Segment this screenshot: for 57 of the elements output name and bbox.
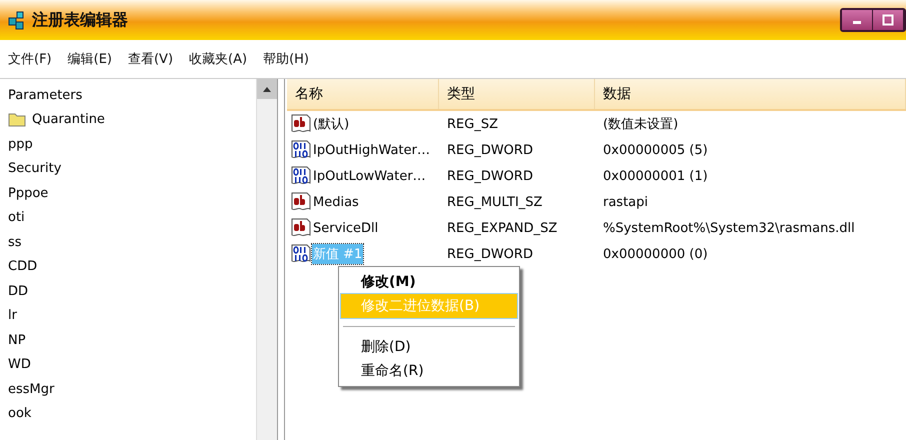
value-name[interactable]: IpOutHighWater… [312, 142, 431, 158]
tree-item[interactable]: Parameters [8, 88, 82, 103]
binary-value-icon [291, 166, 311, 186]
table-cell-text: %SystemRoot%\System32\rasmans.dll [602, 220, 856, 236]
folder-icon [8, 112, 26, 128]
table-cell-text: REG_SZ [446, 116, 499, 132]
menu-item[interactable]: 修改(M) [341, 270, 517, 294]
tree-item[interactable]: ook [8, 406, 32, 422]
binary-value-icon [291, 244, 311, 264]
table-cell-text: REG_EXPAND_SZ [446, 220, 558, 236]
menu-item[interactable]: 查看(V) [128, 50, 174, 68]
maximize-button[interactable] [873, 10, 904, 30]
menu-item[interactable]: 帮助(H) [263, 50, 309, 68]
table-cell-text: 0x00000001 (1) [602, 168, 709, 184]
scroll-up-button[interactable] [257, 79, 277, 99]
table-cell-text: 0x00000005 (5) [602, 142, 709, 158]
menu-item[interactable]: 删除(D) [341, 335, 517, 359]
tree-item[interactable]: oti [8, 210, 25, 226]
tree-item[interactable]: CDD [8, 259, 38, 274]
menu-item[interactable]: 重命名(R) [341, 359, 517, 383]
table-cell-text: REG_DWORD [446, 142, 534, 158]
tree-item[interactable]: Quarantine [32, 112, 105, 128]
menu-item[interactable]: 文件(F) [8, 50, 52, 68]
cubes-icon [8, 10, 26, 30]
tree-item[interactable]: WD [8, 357, 31, 372]
window-title: 注册表编辑器 [32, 10, 129, 30]
value-name[interactable]: (默认) [312, 114, 350, 134]
text-value-icon [291, 114, 311, 134]
tree-item[interactable]: ss [8, 234, 22, 250]
value-name[interactable]: ServiceDll [312, 220, 380, 236]
menu-item[interactable]: 编辑(E) [68, 50, 112, 68]
tree-item[interactable]: Security [8, 161, 62, 176]
up-arrow-icon [263, 86, 271, 92]
table-cell-text: rastapi [602, 194, 650, 210]
table-cell-text: REG_DWORD [446, 246, 534, 262]
text-value-icon [291, 218, 311, 238]
table-cell-text: 0x00000000 (0) [602, 246, 709, 262]
menu-item[interactable]: 收藏夹(A) [189, 50, 248, 68]
table-cell-text: REG_DWORD [446, 168, 534, 184]
minimize-button[interactable] [842, 10, 873, 30]
scrollbar[interactable] [256, 79, 277, 440]
text-value-icon [291, 192, 311, 212]
binary-value-icon [291, 140, 311, 160]
value-name[interactable]: IpOutLowWater… [312, 168, 427, 184]
table-cell-text: REG_MULTI_SZ [446, 194, 544, 210]
value-name[interactable]: Medias [312, 194, 360, 210]
tree-item[interactable]: DD [8, 284, 28, 299]
maximize-icon [882, 14, 894, 26]
column-header[interactable]: 类型 [439, 79, 595, 109]
column-header[interactable]: 数据 [595, 79, 906, 109]
tree-item[interactable]: ppp [8, 136, 33, 152]
column-header[interactable]: 名称 [287, 79, 439, 109]
tree-item[interactable]: Pppoe [8, 186, 48, 201]
tree-item[interactable]: NP [8, 332, 26, 348]
tree-item[interactable]: essMgr [8, 382, 54, 397]
tree-item[interactable]: lr [8, 308, 17, 324]
table-cell-text: (数值未设置) [602, 116, 680, 133]
